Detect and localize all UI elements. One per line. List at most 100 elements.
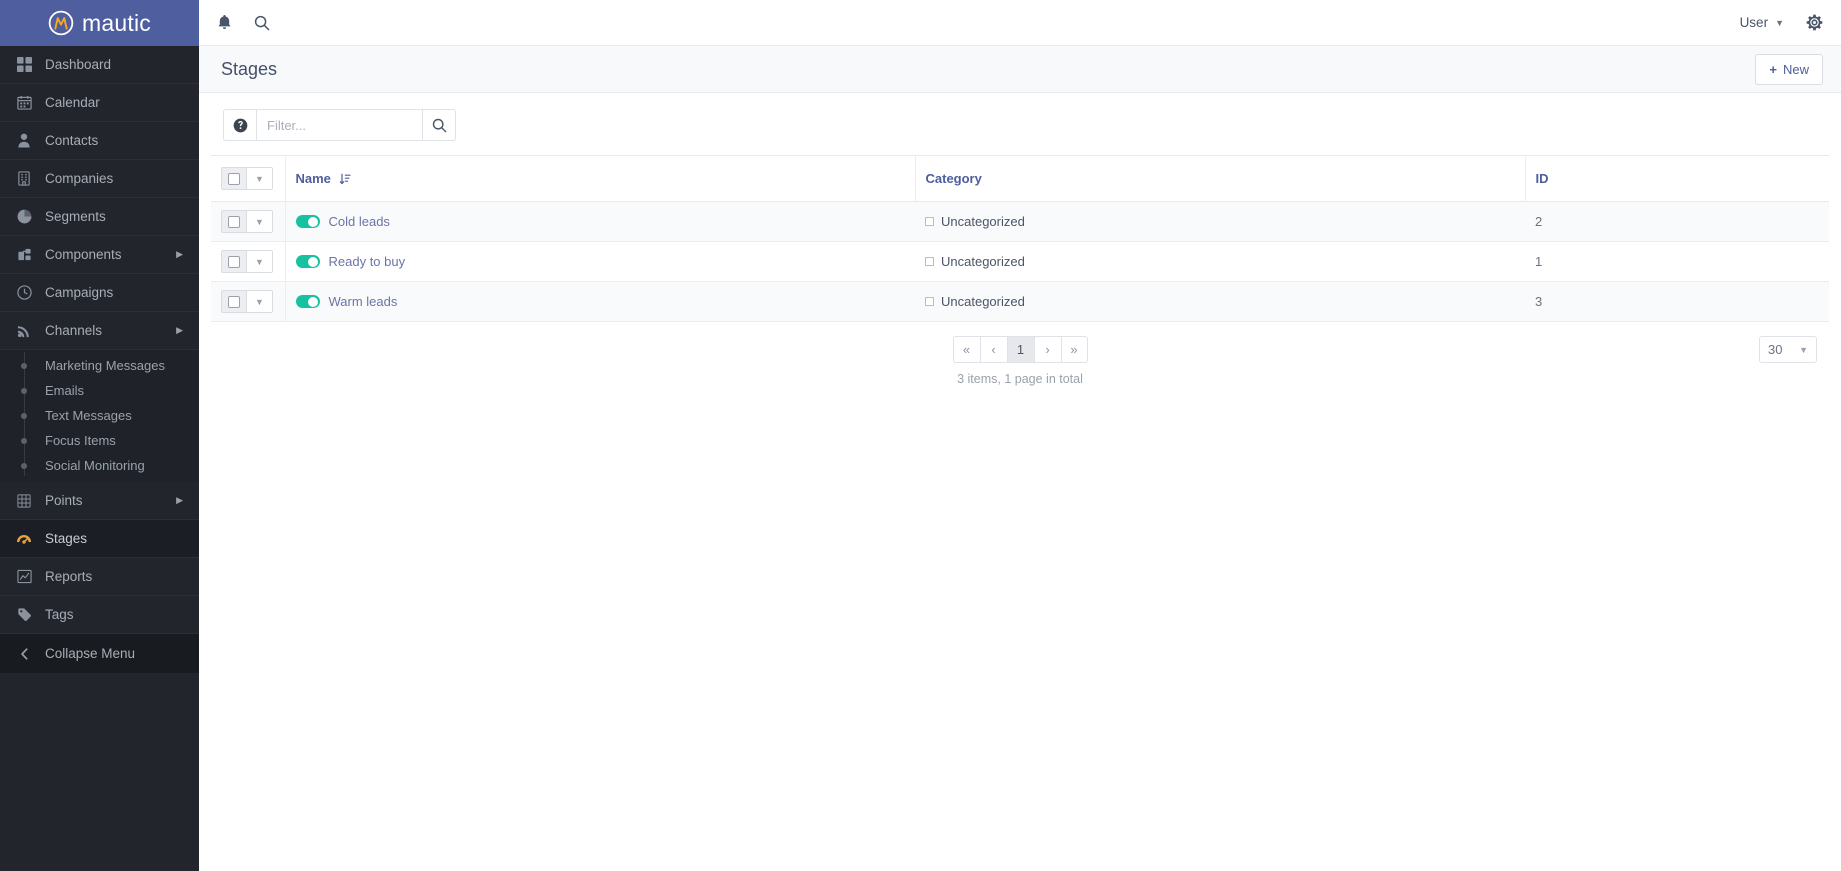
channels-submenu: Marketing Messages Emails Text Messages … — [0, 350, 199, 482]
category-color-swatch — [925, 297, 934, 306]
bell-icon[interactable] — [217, 14, 232, 31]
sidebar-subitem-label: Focus Items — [45, 433, 116, 448]
new-button[interactable]: + New — [1755, 53, 1823, 85]
sidebar-subitem-marketing-messages[interactable]: Marketing Messages — [0, 353, 199, 378]
page-size-value: 30 — [1768, 342, 1783, 357]
row-checkbox[interactable] — [221, 290, 247, 313]
sidebar-subitem-text-messages[interactable]: Text Messages — [0, 403, 199, 428]
segments-pie-icon — [9, 209, 39, 224]
page-size-select[interactable]: 30 ▼ — [1759, 336, 1817, 363]
brand-name: mautic — [82, 9, 151, 36]
sidebar-subitem-emails[interactable]: Emails — [0, 378, 199, 403]
publish-toggle[interactable] — [295, 215, 320, 228]
sidebar-nav: Dashboard Calendar Contacts Companies Se… — [0, 46, 199, 871]
row-checkbox[interactable] — [221, 210, 247, 233]
stages-gauge-icon — [9, 531, 39, 547]
points-grid-icon — [9, 493, 39, 508]
plus-icon: + — [1769, 61, 1777, 77]
search-icon[interactable] — [254, 15, 270, 31]
sidebar-item-stages[interactable]: Stages — [0, 520, 199, 558]
publish-toggle[interactable] — [295, 295, 320, 308]
sidebar-item-dashboard[interactable]: Dashboard — [0, 46, 199, 84]
sidebar-item-channels[interactable]: Channels ▶ — [0, 312, 199, 350]
stages-panel: ▼ Name — [211, 93, 1829, 396]
sidebar-subitem-social-monitoring[interactable]: Social Monitoring — [0, 453, 199, 478]
stage-id: 2 — [1535, 214, 1543, 229]
sidebar-item-tags[interactable]: Tags — [0, 596, 199, 634]
row-name-cell: Warm leads — [285, 281, 915, 322]
bullet-icon — [9, 462, 39, 469]
bullet-icon — [9, 412, 39, 419]
row-actions-caret-icon[interactable]: ▼ — [247, 210, 273, 233]
row-select-cell: ▼ — [211, 281, 286, 322]
user-menu-label: User — [1739, 15, 1769, 30]
sidebar-item-label: Companies — [45, 171, 114, 186]
pagination-last[interactable]: » — [1060, 336, 1088, 363]
sidebar-item-contacts[interactable]: Contacts — [0, 122, 199, 160]
row-checkbox[interactable] — [221, 250, 247, 273]
stage-name-link[interactable]: Ready to buy — [329, 254, 406, 269]
chevron-right-icon: ▶ — [176, 325, 183, 335]
sidebar-item-calendar[interactable]: Calendar — [0, 84, 199, 122]
sidebar-item-campaigns[interactable]: Campaigns — [0, 274, 199, 312]
sidebar-subitem-label: Marketing Messages — [45, 358, 165, 373]
sidebar-subitem-label: Text Messages — [45, 408, 132, 423]
stages-table: ▼ Name Category ID ▼ Cold leads Uncatego… — [211, 155, 1829, 322]
bullet-icon — [9, 387, 39, 394]
table-row[interactable]: ▼ Cold leads Uncategorized 2 — [211, 201, 1829, 242]
table-row[interactable]: ▼ Ready to buy Uncategorized 1 — [211, 241, 1829, 282]
question-circle-icon[interactable] — [223, 109, 256, 141]
row-name-cell: Cold leads — [285, 201, 915, 242]
brand-header[interactable]: mautic — [0, 0, 199, 46]
pagination-next[interactable]: › — [1033, 336, 1061, 363]
new-button-label: New — [1782, 61, 1809, 77]
sort-ascending-icon — [339, 173, 351, 185]
sidebar-item-segments[interactable]: Segments — [0, 198, 199, 236]
column-header-category[interactable]: Category — [915, 155, 1526, 202]
sidebar-item-label: Calendar — [45, 95, 100, 110]
chevron-right-icon: ▶ — [176, 249, 183, 259]
sidebar-item-label: Channels — [45, 323, 103, 338]
sidebar-subitem-focus-items[interactable]: Focus Items — [0, 428, 199, 453]
user-menu[interactable]: User ▼ — [1740, 15, 1784, 30]
chevron-down-icon: ▼ — [1799, 344, 1808, 355]
filter-group — [223, 109, 456, 141]
column-header-id[interactable]: ID — [1525, 155, 1829, 202]
search-submit-button[interactable] — [423, 109, 456, 141]
stage-name-link[interactable]: Warm leads — [329, 294, 398, 309]
chevron-left-icon — [9, 647, 39, 661]
bullet-icon — [9, 362, 39, 369]
sidebar-item-companies[interactable]: Companies — [0, 160, 199, 198]
select-all-group[interactable]: ▼ — [221, 167, 273, 190]
column-header-name[interactable]: Name — [285, 155, 916, 202]
table-body: ▼ Cold leads Uncategorized 2 ▼ Ready to … — [211, 201, 1829, 322]
row-select-group[interactable]: ▼ — [221, 250, 273, 273]
column-header-select: ▼ — [211, 155, 286, 202]
publish-toggle[interactable] — [295, 255, 320, 268]
stage-name-link[interactable]: Cold leads — [329, 214, 390, 229]
row-actions-caret-icon[interactable]: ▼ — [247, 290, 273, 313]
sidebar-item-points[interactable]: Points ▶ — [0, 482, 199, 520]
row-select-cell: ▼ — [211, 201, 286, 242]
sidebar-item-components[interactable]: Components ▶ — [0, 236, 199, 274]
pagination-page-1[interactable]: 1 — [1006, 336, 1034, 363]
select-all-caret-icon[interactable]: ▼ — [247, 167, 273, 190]
table-row[interactable]: ▼ Warm leads Uncategorized 3 — [211, 281, 1829, 322]
page-title: Stages — [221, 58, 278, 79]
collapse-menu-button[interactable]: Collapse Menu — [0, 634, 199, 673]
row-select-group[interactable]: ▼ — [221, 210, 273, 233]
column-header-name-label: Name — [295, 171, 331, 186]
select-all-checkbox[interactable] — [221, 167, 247, 190]
row-select-group[interactable]: ▼ — [221, 290, 273, 313]
sidebar-item-label: Tags — [45, 607, 74, 622]
caret-down-icon: ▼ — [1775, 17, 1784, 28]
row-actions-caret-icon[interactable]: ▼ — [247, 250, 273, 273]
pagination-prev[interactable]: ‹ — [979, 336, 1007, 363]
sidebar-item-reports[interactable]: Reports — [0, 558, 199, 596]
pagination-first[interactable]: « — [952, 336, 980, 363]
gear-icon[interactable] — [1806, 14, 1823, 31]
search-input[interactable] — [256, 109, 423, 141]
sidebar-item-label: Points — [45, 493, 83, 508]
table-footer: « ‹ 1 › » 3 items, 1 page in total 30 ▼ — [211, 322, 1829, 396]
sidebar-item-label: Campaigns — [45, 285, 114, 300]
